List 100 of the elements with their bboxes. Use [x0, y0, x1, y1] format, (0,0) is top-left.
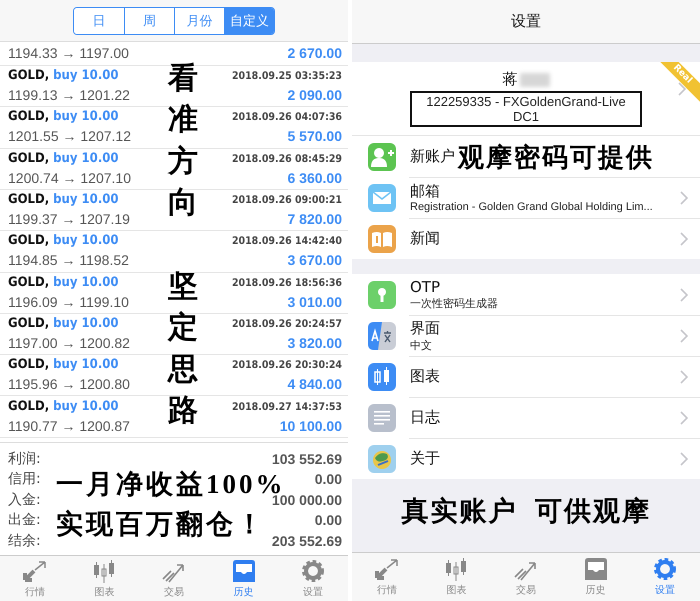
- account-server: 122259335 - FXGoldenGrand-Live DC1: [410, 91, 642, 127]
- trade-action: buy 10.00: [53, 192, 119, 208]
- price-range: 1195.96 → 1200.80: [8, 376, 130, 392]
- overlay-caption: 看准方向: [168, 61, 198, 222]
- price-range: 1200.74 → 1207.10: [8, 170, 131, 186]
- settings-tab[interactable]: 设置: [630, 553, 700, 601]
- price-range: 1190.77 → 1200.87: [8, 418, 130, 434]
- chevron-icon[interactable]: [680, 328, 688, 342]
- trade-time: 2018.09.25 03:35:23: [232, 70, 342, 82]
- trade-time: 2018.09.26 14:42:40: [232, 235, 342, 248]
- trade-tab[interactable]: 交易: [491, 553, 561, 601]
- settings-tab[interactable]: 设置: [278, 556, 348, 601]
- history-tab[interactable]: 历史: [560, 553, 630, 601]
- trade-time: 2018.09.26 20:30:24: [232, 359, 342, 372]
- trade-time: 2018.09.26 04:07:36: [232, 111, 342, 124]
- trade-tab[interactable]: 交易: [139, 556, 209, 601]
- account-name: 蒋: [502, 70, 518, 89]
- overlay-caption: 坚定思路: [168, 269, 198, 430]
- trade-symbol: GOLD,: [8, 357, 50, 372]
- trade-profit: 2 670.00: [288, 45, 342, 62]
- arrows-icon: [22, 558, 48, 583]
- trade-action: buy 10.00: [53, 316, 119, 331]
- trade-time: 2018.09.26 08:45:29: [232, 152, 342, 165]
- trade-symbol: GOLD,: [8, 274, 50, 290]
- item-label[interactable]: 日志: [410, 408, 440, 427]
- chart-tab[interactable]: 图表: [70, 556, 140, 601]
- history-tab[interactable]: 历史: [208, 556, 278, 601]
- overlay-text: 真实账户 可供观摩: [401, 494, 651, 528]
- trade-profit: 6 360.00: [288, 170, 342, 186]
- item-label[interactable]: 界面: [410, 318, 440, 338]
- blurred-name-drawing: [520, 72, 550, 86]
- item-label[interactable]: 新闻: [410, 229, 440, 248]
- trade-action: buy 10.00: [53, 233, 119, 248]
- summary-label: 利润:: [8, 450, 41, 468]
- period-tab[interactable]: 月份: [174, 8, 224, 34]
- item-label[interactable]: 新账户: [410, 147, 455, 166]
- inbox-icon: [230, 558, 257, 583]
- item-label[interactable]: OTP: [410, 278, 440, 296]
- summary-value: 103 552.69: [272, 450, 342, 467]
- interface-icon: [368, 322, 396, 350]
- trade-symbol: GOLD,: [8, 68, 50, 84]
- trade-time: 2018.09.26 20:24:57: [232, 318, 342, 330]
- chevron-icon[interactable]: [680, 370, 688, 384]
- mail-icon: [368, 184, 396, 212]
- price-range: 1199.13 → 1201.22: [8, 87, 130, 104]
- chevron-icon[interactable]: [680, 232, 688, 246]
- trade-action: buy 10.00: [53, 398, 119, 414]
- trade-action: buy 10.00: [53, 274, 119, 290]
- settings-icon: [652, 557, 678, 581]
- chart-tab[interactable]: 图表: [422, 553, 492, 601]
- trade-action: buy 10.00: [53, 150, 119, 166]
- trade-action: buy 10.00: [53, 357, 119, 372]
- item-label[interactable]: 关于: [410, 449, 440, 468]
- screen-title: 设置: [352, 0, 700, 44]
- price-range: 1194.33 → 1197.00: [8, 45, 129, 62]
- trade-symbol: GOLD,: [8, 398, 50, 414]
- trade-symbol: GOLD,: [8, 233, 50, 248]
- trade-symbol: GOLD,: [8, 150, 50, 166]
- chevron-icon[interactable]: [680, 288, 688, 302]
- trade-time: 2018.09.26 18:56:36: [232, 276, 342, 289]
- trade-action: buy 10.00: [53, 68, 119, 84]
- chart-icon: [368, 362, 396, 390]
- trade-symbol: GOLD,: [8, 316, 50, 331]
- trade-symbol: GOLD,: [8, 109, 50, 124]
- arrows-icon: [374, 557, 400, 581]
- trade-profit: 7 820.00: [288, 211, 342, 228]
- period-tab[interactable]: 日: [74, 8, 124, 34]
- item-subtitle: 中文: [410, 338, 432, 352]
- price-range: 1196.09 → 1199.10: [8, 294, 129, 310]
- inbox-icon: [582, 557, 609, 581]
- trade-profit: 2 090.00: [288, 87, 342, 104]
- chevron-icon[interactable]: [680, 452, 688, 466]
- trade-profit: 3 820.00: [288, 334, 342, 351]
- summary-label: 结余:: [8, 532, 41, 550]
- chevron-icon: [678, 82, 686, 96]
- chevron-icon[interactable]: [680, 190, 688, 204]
- item-subtitle: 一次性密码生成器: [410, 296, 498, 311]
- period-tab[interactable]: 自定义: [224, 8, 274, 34]
- quotes-tab[interactable]: 行情: [352, 553, 422, 601]
- about-icon: [368, 444, 396, 472]
- otp-icon: [368, 280, 396, 308]
- price-range: 1199.37 → 1207.19: [8, 211, 130, 228]
- trade-profit: 3 670.00: [288, 252, 342, 268]
- summary-label: 入金:: [8, 490, 41, 509]
- chevron-icon[interactable]: [680, 410, 688, 424]
- item-label[interactable]: 邮箱: [410, 182, 440, 201]
- trade-time: 2018.09.26 09:00:21: [232, 194, 342, 206]
- summary-label: 信用:: [8, 470, 41, 488]
- settings-icon: [300, 558, 326, 583]
- journal-icon: [368, 404, 396, 432]
- summary-label: 出金:: [8, 511, 41, 530]
- price-range: 1201.55 → 1207.12: [8, 128, 131, 144]
- item-subtitle: Registration - Golden Grand Global Holding Lim...: [410, 201, 653, 213]
- period-tab[interactable]: 周: [124, 8, 174, 34]
- trade-profit: 5 570.00: [288, 128, 342, 144]
- trade-profit: 4 840.00: [288, 376, 342, 392]
- news-icon: [368, 224, 396, 252]
- item-label[interactable]: 图表: [410, 367, 440, 386]
- quotes-tab[interactable]: 行情: [0, 556, 70, 601]
- trade-symbol: GOLD,: [8, 192, 50, 208]
